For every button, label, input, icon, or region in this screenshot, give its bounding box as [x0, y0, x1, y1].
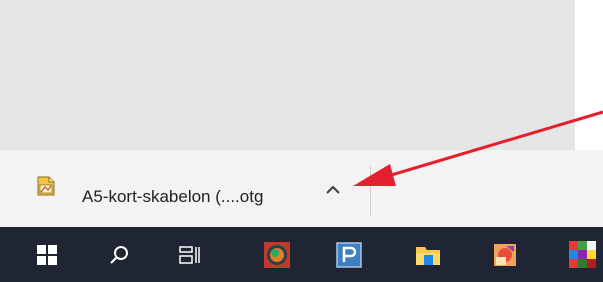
file-type-icon [37, 176, 55, 196]
task-view-icon[interactable] [162, 227, 218, 282]
app-round-icon[interactable] [249, 227, 305, 282]
browser-page-area [0, 0, 575, 150]
file-explorer-icon[interactable] [400, 227, 456, 282]
download-shelf: A5-kort-skabelon (....otg [0, 150, 603, 227]
app-globe-icon[interactable] [477, 227, 533, 282]
download-file-name: A5-kort-skabelon (....otg [82, 187, 264, 206]
taskbar [0, 227, 603, 282]
download-item[interactable]: A5-kort-skabelon (....otg [0, 150, 370, 227]
app-p-icon[interactable] [321, 227, 377, 282]
chevron-up-icon[interactable] [322, 180, 344, 200]
search-icon[interactable] [91, 227, 147, 282]
windows-start-icon[interactable] [19, 227, 75, 282]
shelf-divider [370, 166, 371, 216]
app-colorful-icon[interactable] [555, 227, 603, 282]
